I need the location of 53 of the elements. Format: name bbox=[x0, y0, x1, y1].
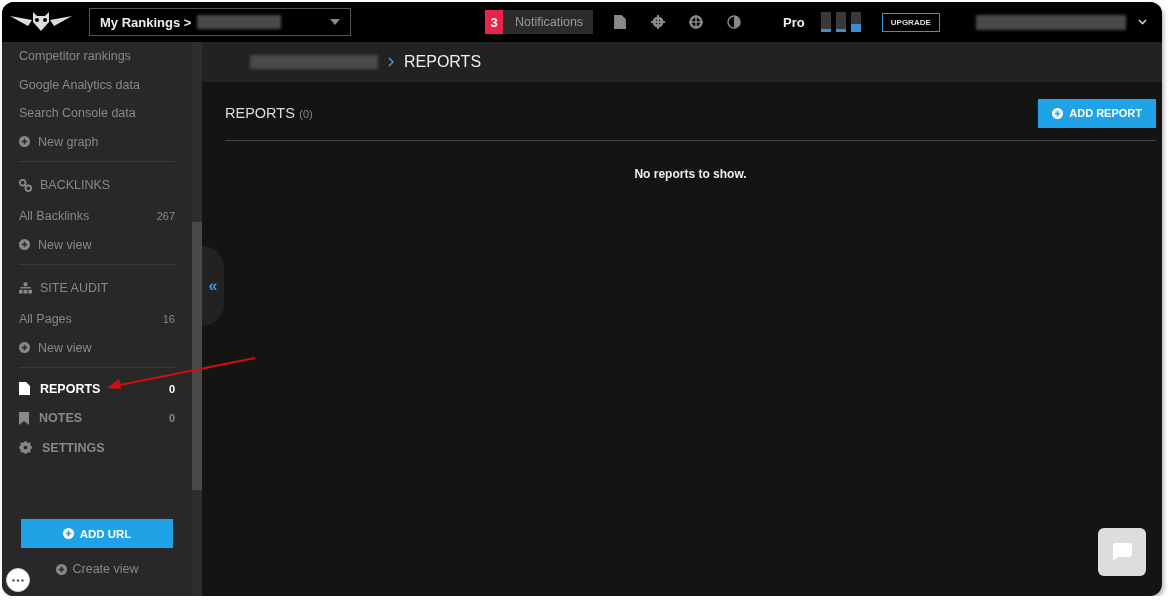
notifications-button[interactable]: 3 Notifications bbox=[485, 10, 594, 34]
section-title: REPORTS bbox=[225, 105, 295, 121]
notification-count: 3 bbox=[485, 10, 503, 34]
nav-link[interactable]: SETTINGS bbox=[42, 440, 175, 455]
plus-circle-icon bbox=[19, 136, 30, 148]
chevron-right-icon bbox=[388, 57, 394, 67]
plus-circle-icon bbox=[62, 528, 74, 539]
lifebuoy-icon[interactable] bbox=[689, 15, 704, 29]
new-item-link[interactable]: New view bbox=[19, 230, 175, 259]
document-icon[interactable] bbox=[613, 15, 628, 29]
sidebar-link[interactable]: Search Console data bbox=[19, 99, 175, 128]
document-icon bbox=[19, 382, 30, 396]
item-count: 0 bbox=[168, 382, 175, 395]
nav-link[interactable]: REPORTS bbox=[40, 381, 159, 396]
breadcrumb-current: REPORTS bbox=[404, 53, 482, 71]
section-heading: BACKLINKS bbox=[40, 178, 111, 192]
link-icon bbox=[19, 178, 32, 192]
empty-message: No reports to show. bbox=[633, 167, 748, 181]
plus-circle-icon bbox=[19, 239, 30, 251]
nav-link[interactable]: NOTES bbox=[39, 411, 159, 426]
item-count: 267 bbox=[156, 210, 175, 223]
scrollbar-thumb[interactable] bbox=[192, 222, 202, 490]
usage-meter bbox=[820, 12, 831, 32]
add-report-button[interactable]: ADD REPORT bbox=[1038, 98, 1156, 128]
project-selector[interactable]: My Rankings > bbox=[89, 8, 351, 36]
item-count: 0 bbox=[168, 412, 175, 425]
chevron-down-icon[interactable] bbox=[1137, 19, 1147, 25]
new-item-link[interactable]: New view bbox=[19, 333, 175, 362]
chat-bubble-icon bbox=[1112, 543, 1132, 561]
contrast-icon[interactable] bbox=[727, 15, 742, 29]
sidebar-link[interactable]: Competitor rankings bbox=[19, 42, 175, 71]
add-url-button[interactable]: ADD URL bbox=[21, 519, 173, 548]
sidebar-link[interactable]: All Pages bbox=[19, 312, 155, 327]
bookmark-icon bbox=[19, 411, 29, 425]
owl-logo-icon bbox=[10, 10, 72, 32]
plus-circle-icon bbox=[55, 563, 67, 575]
section-heading: SITE AUDIT bbox=[40, 281, 109, 295]
plus-circle-icon bbox=[1052, 107, 1064, 119]
collapse-handle[interactable]: « bbox=[202, 246, 224, 326]
usage-meter bbox=[850, 12, 861, 32]
report-count: (0) bbox=[299, 108, 313, 120]
plan-label: Pro bbox=[783, 14, 805, 30]
caret-icon bbox=[330, 19, 340, 25]
sidebar-link[interactable]: Google Analytics data bbox=[19, 70, 175, 99]
sitemap-icon bbox=[19, 282, 32, 294]
new-item-link[interactable]: New graph bbox=[19, 127, 175, 156]
sidebar-link[interactable]: All Backlinks bbox=[19, 209, 149, 224]
ellipsis-icon bbox=[12, 578, 24, 582]
plus-circle-icon bbox=[19, 342, 30, 354]
upgrade-button[interactable]: UPGRADE bbox=[881, 12, 940, 32]
create-view-button[interactable]: Create view bbox=[51, 562, 143, 576]
item-count: 16 bbox=[162, 313, 175, 326]
usage-meter bbox=[835, 12, 846, 32]
